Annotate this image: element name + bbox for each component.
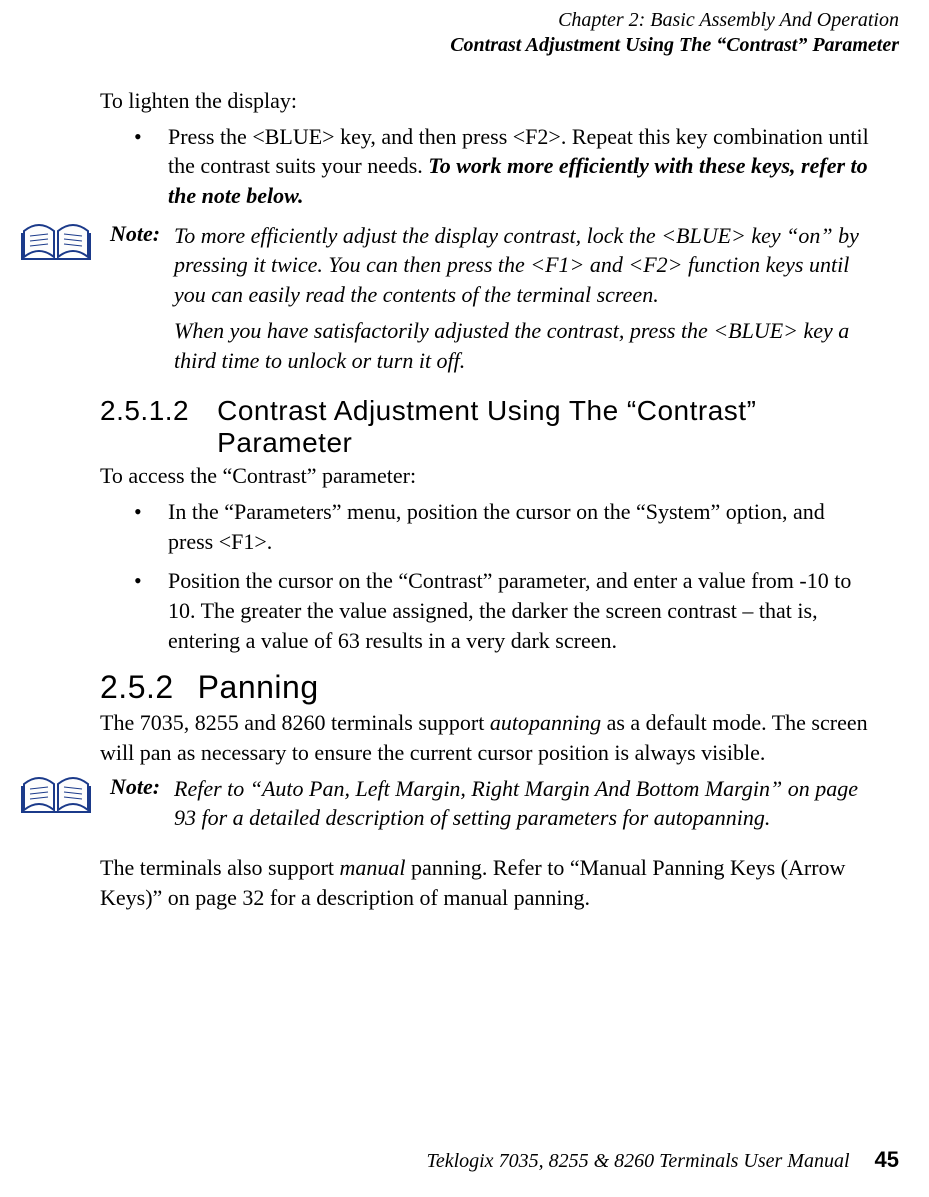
footer-title: Teklogix 7035, 8255 & 8260 Terminals Use… xyxy=(427,1150,850,1172)
page-footer: Teklogix 7035, 8255 & 8260 Terminals Use… xyxy=(427,1147,899,1173)
bullet-text: Press the <BLUE> key, and then press <F2… xyxy=(168,122,869,211)
note-label: Note: xyxy=(110,221,174,247)
header-section: Contrast Adjustment Using The “Contrast”… xyxy=(0,33,899,58)
access-para: To access the “Contrast” parameter: xyxy=(100,461,869,491)
manual-para: The terminals also support manual pannin… xyxy=(100,853,869,912)
bullet-list-contrast: • In the “Parameters” menu, position the… xyxy=(100,497,869,655)
bullet-icon: • xyxy=(100,122,168,211)
intro-lighten: To lighten the display: xyxy=(100,86,869,116)
manual-em: manual xyxy=(340,855,406,880)
list-item: • In the “Parameters” menu, position the… xyxy=(100,497,869,556)
heading-number: 2.5.1.2 xyxy=(100,395,189,459)
book-icon xyxy=(20,221,110,268)
page: Chapter 2: Basic Assembly And Operation … xyxy=(0,0,929,1197)
note-label: Note: xyxy=(110,774,174,800)
bullet-icon: • xyxy=(100,566,168,655)
header-chapter: Chapter 2: Basic Assembly And Operation xyxy=(0,8,899,33)
heading-2512: 2.5.1.2 Contrast Adjustment Using The “C… xyxy=(100,395,869,459)
note-body: Refer to “Auto Pan, Left Margin, Right M… xyxy=(174,774,869,839)
panning-em: autopanning xyxy=(490,710,601,735)
note-block: Note: To more efficiently adjust the dis… xyxy=(100,221,869,381)
manual-pre: The terminals also support xyxy=(100,855,340,880)
book-icon xyxy=(20,774,110,821)
heading-number: 2.5.2 xyxy=(100,669,174,706)
heading-252: 2.5.2 Panning xyxy=(100,669,869,706)
panning-para: The 7035, 8255 and 8260 terminals suppor… xyxy=(100,708,869,767)
page-number: 45 xyxy=(875,1147,899,1172)
bullet-text: In the “Parameters” menu, position the c… xyxy=(168,497,869,556)
panning-pre: The 7035, 8255 and 8260 terminals suppor… xyxy=(100,710,490,735)
heading-title: Panning xyxy=(198,669,319,706)
note-text: Refer to “Auto Pan, Left Margin, Right M… xyxy=(174,774,869,833)
list-item: • Position the cursor on the “Contrast” … xyxy=(100,566,869,655)
note-p2: When you have satisfactorily adjusted th… xyxy=(174,316,869,375)
heading-title: Contrast Adjustment Using The “Contrast”… xyxy=(217,395,869,459)
note-block: Note: Refer to “Auto Pan, Left Margin, R… xyxy=(100,774,869,839)
bullet-icon: • xyxy=(100,497,168,556)
bullet-list-lighten: • Press the <BLUE> key, and then press <… xyxy=(100,122,869,211)
content-area: To lighten the display: • Press the <BLU… xyxy=(100,86,869,918)
bullet-text: Position the cursor on the “Contrast” pa… xyxy=(168,566,869,655)
page-header: Chapter 2: Basic Assembly And Operation … xyxy=(0,8,899,58)
list-item: • Press the <BLUE> key, and then press <… xyxy=(100,122,869,211)
note-p1: To more efficiently adjust the display c… xyxy=(174,221,869,310)
note-body: To more efficiently adjust the display c… xyxy=(174,221,869,381)
